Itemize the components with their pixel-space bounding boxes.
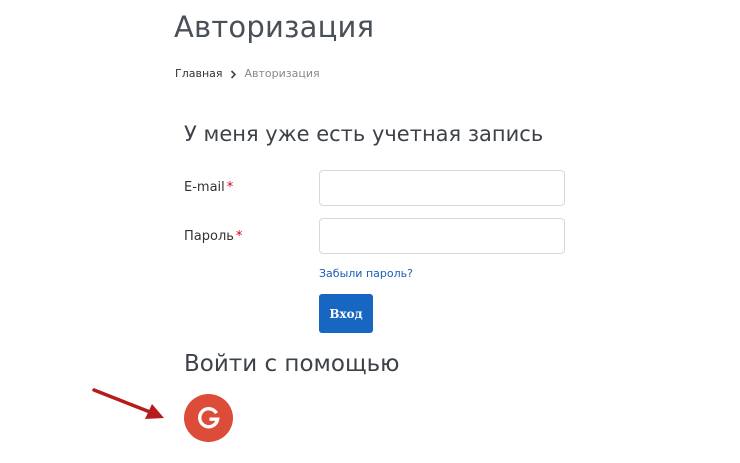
social-login-heading: Войти с помощью xyxy=(184,351,400,377)
required-marker: * xyxy=(226,180,234,195)
chevron-right-icon xyxy=(223,67,245,80)
login-section-heading: У меня уже есть учетная запись xyxy=(184,122,544,146)
password-label-text: Пароль xyxy=(184,229,234,244)
required-marker: * xyxy=(235,229,243,244)
password-field[interactable] xyxy=(319,218,565,254)
email-label: E-mail * xyxy=(184,180,233,195)
google-icon xyxy=(197,407,220,429)
email-label-text: E-mail xyxy=(184,180,225,195)
page-title: Авторизация xyxy=(174,10,375,44)
breadcrumb-current: Авторизация xyxy=(244,67,320,80)
password-label: Пароль * xyxy=(184,229,242,244)
breadcrumb: Главная Авторизация xyxy=(175,67,320,80)
auth-page: Авторизация Главная Авторизация У меня у… xyxy=(0,0,740,463)
breadcrumb-home-link[interactable]: Главная xyxy=(175,67,223,80)
email-field[interactable] xyxy=(319,170,565,206)
arrow-annotation-icon xyxy=(92,388,164,419)
forgot-password-link[interactable]: Забыли пароль? xyxy=(319,267,413,280)
google-login-button[interactable] xyxy=(184,394,233,442)
login-button[interactable]: Вход xyxy=(319,294,373,333)
